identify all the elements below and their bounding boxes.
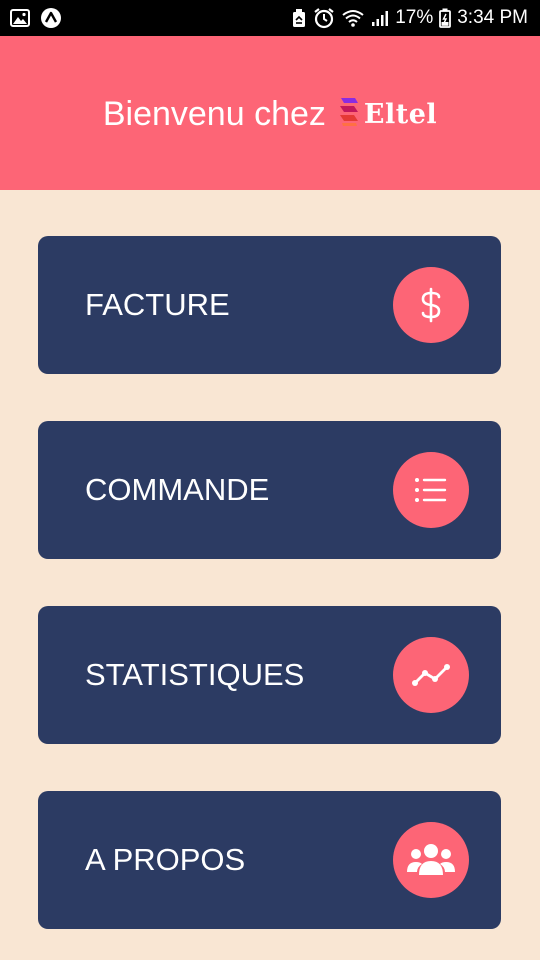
dollar-icon	[393, 267, 469, 343]
menu-item-label: A PROPOS	[85, 842, 246, 877]
menu-item-statistiques[interactable]: STATISTIQUES	[38, 606, 501, 744]
alarm-icon	[313, 7, 335, 29]
menu-item-facture[interactable]: FACTURE	[38, 236, 501, 374]
wifi-icon	[341, 8, 365, 28]
menu-item-a-propos[interactable]: A PROPOS	[38, 791, 501, 929]
menu-item-label: FACTURE	[85, 287, 230, 322]
list-icon	[393, 452, 469, 528]
brand-logo: Eltel	[338, 96, 437, 133]
status-bar-right: 17% 3:34 PM	[291, 0, 528, 36]
status-bar-left	[10, 0, 62, 36]
menu-item-label: STATISTIQUES	[85, 657, 305, 692]
image-icon	[10, 9, 30, 27]
app-icon	[40, 7, 62, 29]
users-icon	[393, 822, 469, 898]
signal-icon	[371, 9, 389, 27]
line-chart-icon	[393, 637, 469, 713]
battery-icon	[439, 8, 452, 28]
app-header: Bienvenu chez Eltel	[0, 36, 540, 190]
brand-name: Eltel	[363, 98, 438, 130]
welcome-text: Bienvenu chez	[102, 94, 326, 133]
eltel-logo-icon	[338, 96, 360, 133]
recycle-icon	[291, 8, 307, 28]
status-bar: 17% 3:34 PM	[0, 0, 540, 36]
clock-time: 3:34 PM	[457, 7, 528, 28]
battery-percent: 17%	[395, 7, 434, 28]
menu-item-commande[interactable]: COMMANDE	[38, 421, 501, 559]
header-title: Bienvenu chez Eltel	[103, 95, 437, 134]
menu-item-label: COMMANDE	[85, 472, 270, 507]
